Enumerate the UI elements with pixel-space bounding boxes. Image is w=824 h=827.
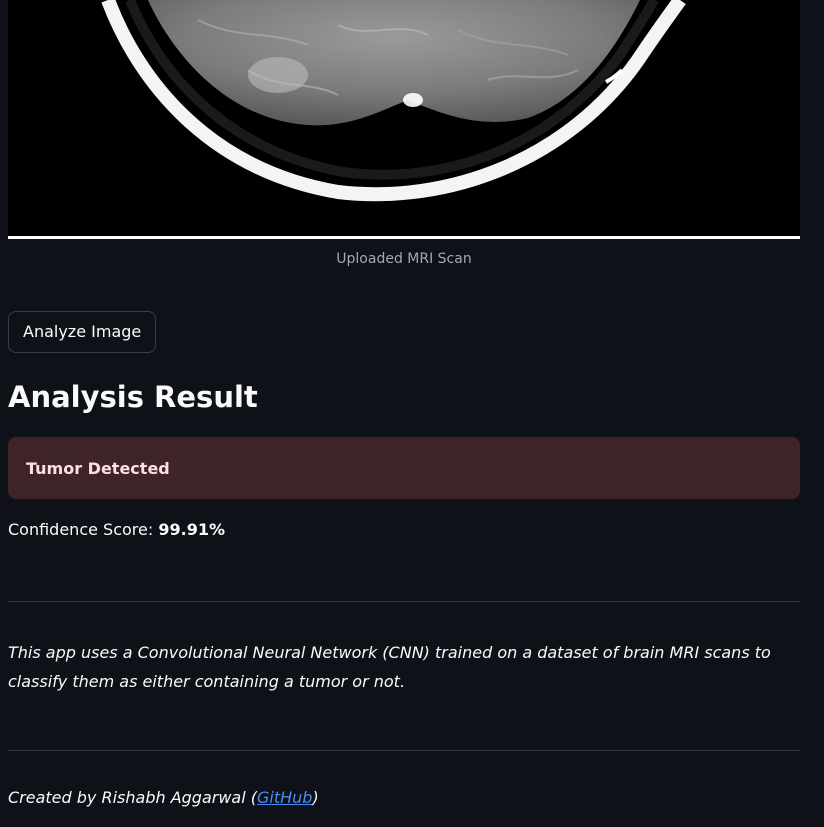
footer-prefix: Created by Rishabh Aggarwal ( (8, 788, 257, 807)
confidence-score: Confidence Score: 99.91% (8, 520, 225, 539)
tumor-alert-box: Tumor Detected (8, 437, 800, 499)
image-caption: Uploaded MRI Scan (336, 251, 472, 267)
confidence-label: Confidence Score: (8, 520, 154, 539)
mri-scan-image (8, 0, 800, 236)
github-link[interactable]: GitHub (257, 788, 312, 807)
alert-text: Tumor Detected (26, 458, 170, 478)
section-divider-1 (8, 601, 800, 602)
image-divider (8, 236, 800, 239)
footer-credit: Created by Rishabh Aggarwal (GitHub) (8, 788, 319, 807)
app-page: Uploaded MRI Scan Analyze Image Analysis… (0, 0, 824, 827)
analyze-image-button[interactable]: Analyze Image (8, 311, 157, 353)
footer-suffix: ) (312, 788, 319, 807)
mri-scan-graphic (8, 0, 800, 236)
app-description: This app uses a Convolutional Neural Net… (8, 643, 771, 691)
section-divider-2 (8, 750, 800, 751)
confidence-value: 99.91% (158, 520, 225, 539)
analysis-result-heading: Analysis Result (8, 380, 258, 414)
